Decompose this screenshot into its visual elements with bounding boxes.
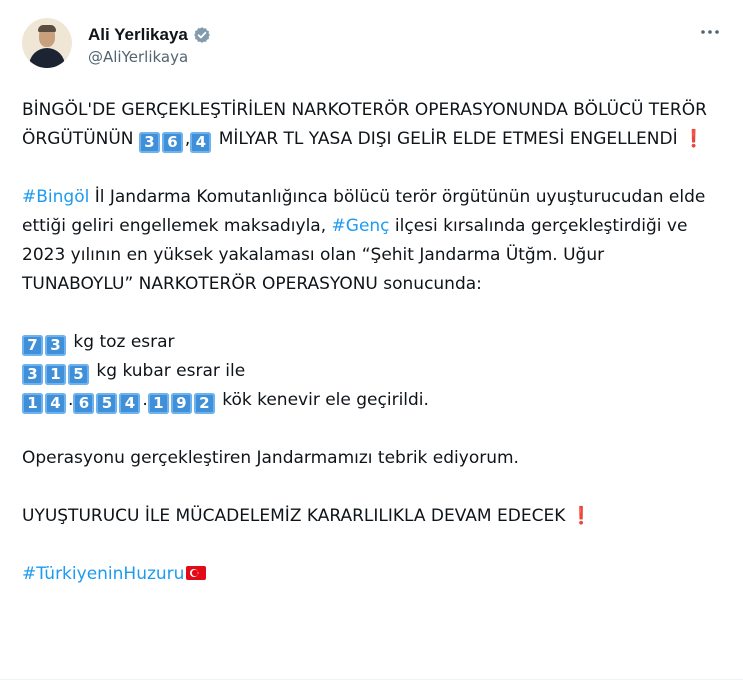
keycap-digit: 2 (193, 393, 215, 414)
hashtag-genc[interactable]: #Genç (332, 216, 390, 236)
keycap-digit: 1 (22, 393, 43, 414)
keycap-digit: 7 (22, 335, 43, 356)
tweet-header: Ali Yerlikaya @AliYerlikaya (22, 18, 722, 74)
keycap-digit: 4 (45, 393, 66, 414)
keycap-digit: 3 (22, 364, 43, 385)
keycap-digit: 4 (119, 393, 141, 414)
hashtag-turkiyeninhuzuru[interactable]: #TürkiyeninHuzuru (22, 564, 184, 584)
author-name-line: Ali Yerlikaya (88, 24, 211, 46)
verified-badge-icon (193, 26, 211, 44)
keycap-digit: 5 (96, 393, 118, 414)
hashtag-line: #TürkiyeninHuzuru (22, 560, 712, 589)
tweet-body: BİNGÖL'DE GERÇEKLEŞTİRİLEN NARKOTERÖR OP… (22, 96, 712, 589)
keycap-digit: 9 (170, 393, 192, 414)
headline: BİNGÖL'DE GERÇEKLEŞTİRİLEN NARKOTERÖR OP… (22, 96, 712, 154)
seizure-line-3: 14.654.192 kök kenevir ele geçirildi. (22, 386, 712, 415)
paragraph-operation: #Bingöl İl Jandarma Komutanlığınca bölüc… (22, 183, 712, 299)
seizure-line-2: 315 kg kubar esrar ile (22, 357, 712, 386)
seizure-text-2: kg kubar esrar ile (91, 361, 246, 381)
author-handle[interactable]: @AliYerlikaya (88, 48, 188, 66)
keycap-digit: 6 (73, 393, 95, 414)
keycap-digit: 3 (138, 132, 160, 153)
seizure-text-1: kg toz esrar (68, 332, 175, 352)
exclamation-icon: ❗ (683, 129, 705, 149)
author-avatar[interactable] (22, 18, 72, 68)
more-options-icon[interactable] (698, 22, 722, 42)
closing-line: UYUŞTURUCU İLE MÜCADELEMİZ KARARLILIKLA … (22, 502, 712, 531)
seizure-text-3: kök kenevir ele geçirildi. (216, 390, 429, 410)
turkey-flag-icon (186, 566, 207, 580)
keycap-digit: 5 (68, 364, 89, 385)
hashtag-bingol[interactable]: #Bingöl (22, 187, 89, 207)
keycap-digit: 1 (147, 393, 169, 414)
congratulations-text: Operasyonu gerçekleştiren Jandarmamızı t… (22, 448, 519, 468)
closing-text: UYUŞTURUCU İLE MÜCADELEMİZ KARARLILIKLA … (22, 506, 571, 526)
keycap-digit: 6 (161, 132, 183, 153)
keycap-digit: 3 (45, 335, 66, 356)
keycap-digit: 4 (190, 132, 212, 153)
seizure-line-1: 73 kg toz esrar (22, 328, 712, 357)
author-name[interactable]: Ali Yerlikaya (88, 25, 188, 45)
keycap-digit: 1 (45, 364, 66, 385)
headline-text-end: MİLYAR TL YASA DIŞI GELİR ELDE ETMESİ EN… (213, 129, 684, 149)
exclamation-icon: ❗ (570, 506, 592, 526)
